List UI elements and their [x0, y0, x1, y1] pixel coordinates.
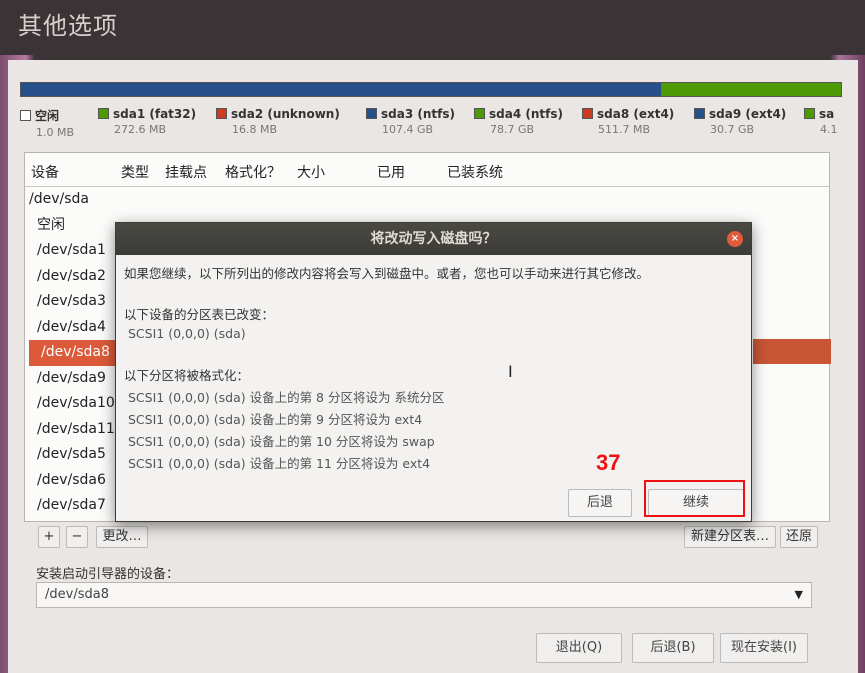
- boot-loader-value: /dev/sda8: [45, 587, 109, 602]
- boot-loader-select[interactable]: /dev/sda8 ▼: [36, 582, 812, 608]
- boot-loader-label: 安装启动引导器的设备：: [36, 567, 180, 582]
- legend-swatch: [694, 108, 705, 119]
- legend-item-sda2: sda2 (unknown) 16.8 MB: [216, 107, 340, 136]
- legend-item-sda1: sda1 (fat32) 272.6 MB: [98, 107, 196, 136]
- partition-legend: 空闲 1.0 MB sda1 (fat32) 272.6 MB sda2 (un…: [20, 107, 850, 143]
- legend-name: sda2 (unknown): [231, 107, 340, 121]
- table-changed-item: SCSI1 (0,0,0) (sda): [128, 326, 246, 341]
- dialog-back-button[interactable]: 后退: [568, 489, 632, 517]
- legend-name: sda4 (ntfs): [489, 107, 563, 121]
- column-header-size[interactable]: 大小: [297, 162, 325, 182]
- format-item: SCSI1 (0,0,0) (sda) 设备上的第 8 分区将设为 系统分区: [128, 390, 445, 405]
- annotation-number: 37: [596, 450, 621, 475]
- table-row[interactable]: /dev/sda10: [25, 391, 115, 417]
- column-header-device[interactable]: 设备: [31, 162, 59, 182]
- table-header: 设备 类型 挂载点 格式化？ 大小 已用 已装系统: [25, 153, 829, 187]
- legend-name: sda8 (ext4): [597, 107, 675, 121]
- back-button[interactable]: 后退(B): [632, 633, 714, 663]
- chevron-down-icon: ▼: [794, 588, 803, 601]
- table-row[interactable]: /dev/sda: [25, 187, 115, 213]
- table-row[interactable]: 空闲: [25, 213, 115, 239]
- legend-swatch: [474, 108, 485, 119]
- legend-size: 272.6 MB: [114, 123, 167, 136]
- table-row[interactable]: /dev/sda4: [25, 315, 115, 341]
- legend-swatch: [98, 108, 109, 119]
- window-title: 其他选项: [18, 12, 118, 40]
- legend-size: 1.0 MB: [36, 126, 75, 139]
- legend-name: sda3 (ntfs): [381, 107, 455, 121]
- legend-size: 4.1: [820, 123, 838, 136]
- column-header-type[interactable]: 类型: [121, 162, 149, 182]
- legend-name: sa: [819, 107, 835, 121]
- partition-controls: + − 更改… 新建分区表… 还原: [24, 526, 830, 552]
- legend-name: sda9 (ext4): [709, 107, 787, 121]
- partition-bar-segment: [660, 83, 841, 96]
- table-row[interactable]: /dev/sda6: [25, 468, 115, 494]
- dialog-intro: 如果您继续，以下所列出的修改内容将会写入到磁盘中。或者，您也可以手动来进行其它修…: [124, 266, 650, 281]
- install-now-button[interactable]: 现在安装(I): [720, 633, 808, 663]
- legend-item-sda4: sda4 (ntfs) 78.7 GB: [474, 107, 563, 136]
- legend-swatch: [216, 108, 227, 119]
- dialog-title: 将改动写入磁盘吗？: [116, 223, 751, 255]
- text-cursor-icon: I: [508, 362, 513, 381]
- selected-row-highlight: [753, 339, 831, 364]
- legend-name: 空闲: [35, 109, 60, 123]
- legend-swatch: [582, 108, 593, 119]
- remove-partition-button[interactable]: −: [66, 526, 88, 548]
- partition-bar-segment: [21, 83, 661, 96]
- legend-size: 78.7 GB: [490, 123, 535, 136]
- column-header-installed[interactable]: 已装系统: [447, 162, 503, 182]
- new-partition-table-button[interactable]: 新建分区表…: [684, 526, 776, 548]
- table-row[interactable]: /dev/sda7: [25, 493, 115, 519]
- legend-size: 30.7 GB: [710, 123, 755, 136]
- column-header-format[interactable]: 格式化？: [225, 162, 281, 182]
- format-item: SCSI1 (0,0,0) (sda) 设备上的第 10 分区将设为 swap: [128, 434, 435, 449]
- table-row[interactable]: /dev/sda3: [25, 289, 115, 315]
- legend-name: sda1 (fat32): [113, 107, 197, 121]
- table-row[interactable]: /dev/sda1: [25, 238, 115, 264]
- legend-swatch: [804, 108, 815, 119]
- format-item: SCSI1 (0,0,0) (sda) 设备上的第 11 分区将设为 ext4: [128, 456, 431, 471]
- partition-bar: [20, 82, 842, 97]
- format-item: SCSI1 (0,0,0) (sda) 设备上的第 9 分区将设为 ext4: [128, 412, 423, 427]
- table-changed-heading: 以下设备的分区表已改变：: [124, 307, 275, 322]
- legend-swatch: [20, 110, 31, 121]
- table-row[interactable]: /dev/sda9: [25, 366, 115, 392]
- revert-button[interactable]: 还原: [780, 526, 818, 548]
- add-partition-button[interactable]: +: [38, 526, 60, 548]
- close-icon[interactable]: ×: [727, 231, 743, 247]
- device-list: /dev/sda 空闲 /dev/sda1 /dev/sda2 /dev/sda…: [25, 187, 115, 519]
- table-row[interactable]: /dev/sda5: [25, 442, 115, 468]
- column-header-used[interactable]: 已用: [377, 162, 405, 182]
- table-row[interactable]: /dev/sda2: [25, 264, 115, 290]
- annotation-highlight-box: [644, 480, 745, 517]
- quit-button[interactable]: 退出(Q): [536, 633, 622, 663]
- legend-size: 511.7 MB: [598, 123, 651, 136]
- change-partition-button[interactable]: 更改…: [96, 526, 148, 548]
- legend-size: 107.4 GB: [382, 123, 434, 136]
- legend-size: 16.8 MB: [232, 123, 278, 136]
- legend-item-free: 空闲 1.0 MB: [20, 107, 74, 139]
- table-row[interactable]: /dev/sda11: [25, 417, 115, 443]
- legend-item-next: sa 4.1: [804, 107, 838, 136]
- column-header-mount[interactable]: 挂载点: [165, 162, 207, 182]
- table-row-selected[interactable]: /dev/sda8: [29, 340, 115, 366]
- legend-item-sda3: sda3 (ntfs) 107.4 GB: [366, 107, 455, 136]
- legend-item-sda9: sda9 (ext4) 30.7 GB: [694, 107, 786, 136]
- legend-swatch: [366, 108, 377, 119]
- format-heading: 以下分区将被格式化：: [124, 368, 250, 383]
- dialog-body: 如果您继续，以下所列出的修改内容将会写入到磁盘中。或者，您也可以手动来进行其它修…: [124, 263, 744, 472]
- legend-item-sda8: sda8 (ext4) 511.7 MB: [582, 107, 674, 136]
- write-changes-dialog: 将改动写入磁盘吗？ × 如果您继续，以下所列出的修改内容将会写入到磁盘中。或者，…: [115, 222, 752, 522]
